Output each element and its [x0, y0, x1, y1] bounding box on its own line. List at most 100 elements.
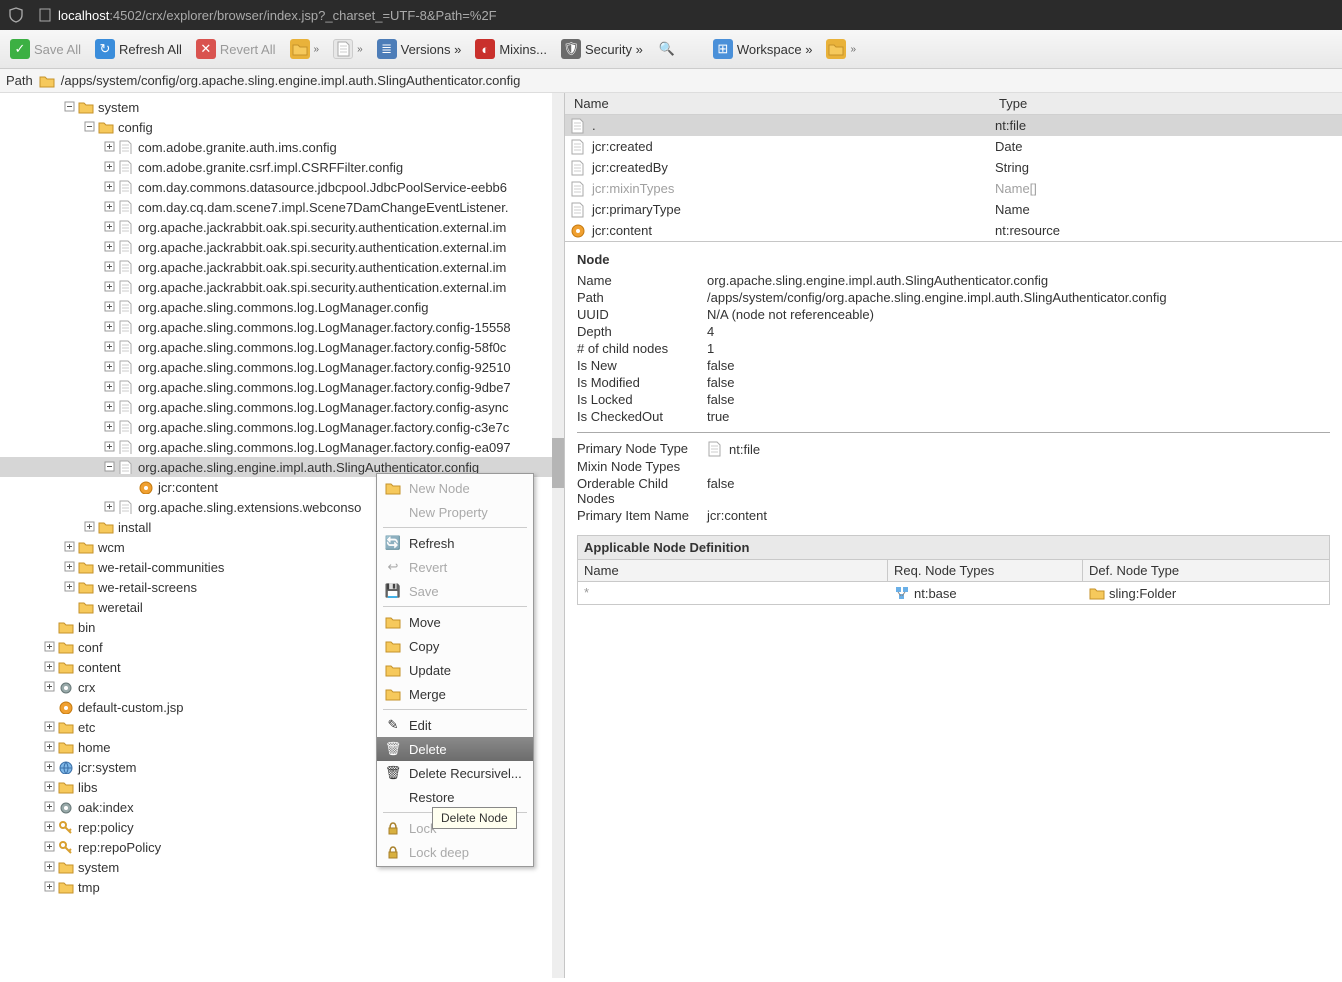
expand-icon[interactable] [64, 561, 76, 573]
expand-icon[interactable] [64, 581, 76, 593]
tree-node[interactable]: org.apache.sling.commons.log.LogManager.… [0, 337, 564, 357]
ctx-delete[interactable]: 🗑Delete [377, 737, 533, 761]
prop-row[interactable]: jcr:createdByString [565, 157, 1342, 178]
ctx-merge[interactable]: Merge [377, 682, 533, 706]
expand-icon[interactable] [104, 421, 116, 433]
expand-icon[interactable] [44, 821, 56, 833]
ctx-delete-recursive[interactable]: 🗑Delete Recursivel... [377, 761, 533, 785]
mixins-button[interactable]: ◐Mixins... [469, 36, 553, 62]
expand-icon[interactable] [44, 861, 56, 873]
folders-button[interactable]: » [820, 36, 862, 62]
expand-icon[interactable] [104, 441, 116, 453]
col-name[interactable]: Name [570, 96, 995, 111]
expand-icon[interactable] [44, 881, 56, 893]
expand-icon[interactable] [104, 381, 116, 393]
expand-icon[interactable] [104, 141, 116, 153]
tree-node[interactable]: org.apache.sling.commons.log.LogManager.… [0, 357, 564, 377]
table-row[interactable]: * nt:base sling:Folder [578, 582, 1329, 604]
expand-icon[interactable] [44, 741, 56, 753]
ctx-lock-deep[interactable]: Lock deep [377, 840, 533, 864]
ctx-copy[interactable]: Copy [377, 634, 533, 658]
resource-icon [138, 480, 154, 494]
ctx-update[interactable]: Update [377, 658, 533, 682]
prop-row[interactable]: jcr:createdDate [565, 136, 1342, 157]
file-menu-button[interactable]: » [327, 36, 369, 62]
collapse-icon[interactable] [84, 121, 96, 133]
expand-icon[interactable] [44, 781, 56, 793]
expand-icon[interactable] [104, 401, 116, 413]
refresh-all-button[interactable]: ↻Refresh All [89, 36, 188, 62]
expand-icon[interactable] [84, 521, 96, 533]
tree-node[interactable]: org.apache.jackrabbit.oak.spi.security.a… [0, 277, 564, 297]
expand-icon[interactable] [104, 181, 116, 193]
expand-icon[interactable] [44, 661, 56, 673]
security-button[interactable]: 🛡Security » [555, 36, 649, 62]
expand-icon[interactable] [104, 241, 116, 253]
expand-icon[interactable] [104, 261, 116, 273]
tree-node[interactable]: org.apache.sling.commons.log.LogManager.… [0, 417, 564, 437]
tree-node[interactable]: org.apache.sling.commons.log.LogManager.… [0, 437, 564, 457]
expand-icon[interactable] [44, 801, 56, 813]
tree-node[interactable]: com.day.commons.datasource.jdbcpool.Jdbc… [0, 177, 564, 197]
expand-icon[interactable] [44, 681, 56, 693]
resource-icon [58, 700, 74, 714]
ctx-new-property[interactable]: New Property [377, 500, 533, 524]
workspace-button[interactable]: ⊞Workspace » [707, 36, 819, 62]
tree-node[interactable]: org.apache.jackrabbit.oak.spi.security.a… [0, 217, 564, 237]
prop-row[interactable]: jcr:primaryTypeName [565, 199, 1342, 220]
expand-icon[interactable] [104, 361, 116, 373]
folder-menu-button[interactable]: » [284, 36, 326, 62]
prop-row[interactable]: .nt:file [565, 115, 1342, 136]
tree-node[interactable]: com.day.cq.dam.scene7.impl.Scene7DamChan… [0, 197, 564, 217]
url-text[interactable]: localhost:4502/crx/explorer/browser/inde… [58, 8, 497, 23]
ctx-restore[interactable]: Restore [377, 785, 533, 809]
expand-icon[interactable] [104, 341, 116, 353]
col-type[interactable]: Type [995, 96, 1342, 111]
gear-icon [58, 680, 74, 694]
ctx-new-node[interactable]: New Node [377, 476, 533, 500]
search-button[interactable]: 🔍 [651, 36, 683, 62]
tree-node[interactable]: com.adobe.granite.auth.ims.config [0, 137, 564, 157]
expand-icon[interactable] [44, 761, 56, 773]
expand-icon[interactable] [44, 721, 56, 733]
ctx-move[interactable]: Move [377, 610, 533, 634]
tree-label: etc [76, 720, 95, 735]
expand-icon[interactable] [104, 281, 116, 293]
collapse-icon[interactable] [64, 101, 76, 113]
tree-node[interactable]: org.apache.sling.commons.log.LogManager.… [0, 317, 564, 337]
folder-icon [58, 880, 74, 894]
tree-node[interactable]: org.apache.jackrabbit.oak.spi.security.a… [0, 237, 564, 257]
tree-node[interactable]: org.apache.sling.commons.log.LogManager.… [0, 397, 564, 417]
ctx-save[interactable]: 💾Save [377, 579, 533, 603]
ctx-edit[interactable]: ✎Edit [377, 713, 533, 737]
expand-icon[interactable] [64, 541, 76, 553]
expand-icon[interactable] [104, 161, 116, 173]
expand-icon[interactable] [104, 321, 116, 333]
label: Is CheckedOut [577, 409, 707, 424]
tree-node[interactable]: com.adobe.granite.csrf.impl.CSRFFilter.c… [0, 157, 564, 177]
expand-icon[interactable] [44, 641, 56, 653]
tree-node[interactable]: org.apache.sling.commons.log.LogManager.… [0, 297, 564, 317]
expand-icon[interactable] [104, 221, 116, 233]
expand-icon[interactable] [104, 501, 116, 513]
expand-icon[interactable] [104, 201, 116, 213]
tree-node[interactable]: system [0, 97, 564, 117]
tree-node[interactable]: tmp [0, 877, 564, 897]
scrollbar[interactable] [552, 93, 564, 978]
revert-all-button[interactable]: ✕Revert All [190, 36, 282, 62]
folder-icon [1089, 586, 1105, 600]
tree-node[interactable]: org.apache.jackrabbit.oak.spi.security.a… [0, 257, 564, 277]
value[interactable]: nt:file [707, 441, 1330, 457]
prop-row[interactable]: jcr:contentnt:resource [565, 220, 1342, 241]
tree-node[interactable]: org.apache.sling.commons.log.LogManager.… [0, 377, 564, 397]
prop-row[interactable]: jcr:mixinTypesName[] [565, 178, 1342, 199]
versions-button[interactable]: ≣Versions » [371, 36, 468, 62]
expand-icon[interactable] [104, 301, 116, 313]
ctx-refresh[interactable]: 🔄Refresh [377, 531, 533, 555]
save-all-button[interactable]: ✓Save All [4, 36, 87, 62]
expand-icon[interactable] [44, 841, 56, 853]
tree-node[interactable]: config [0, 117, 564, 137]
collapse-icon[interactable] [104, 461, 116, 473]
scrollbar-thumb[interactable] [552, 438, 564, 488]
ctx-revert[interactable]: ↩Revert [377, 555, 533, 579]
